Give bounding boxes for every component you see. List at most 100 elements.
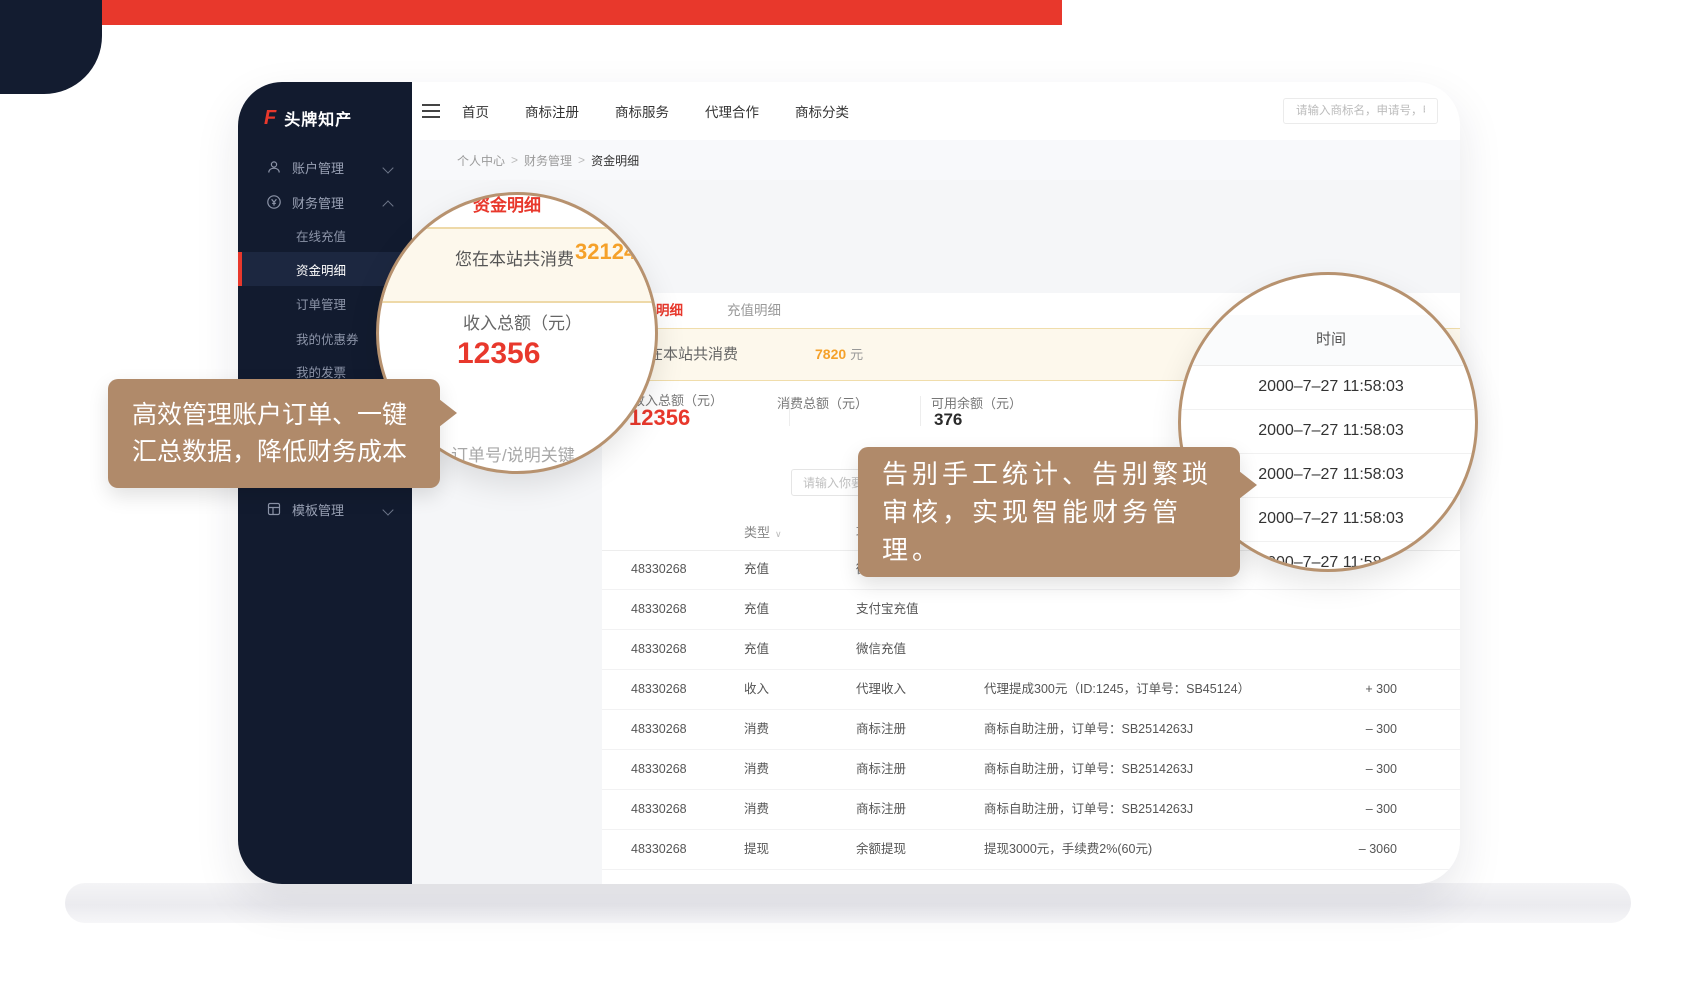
cell-order: 48330268 [631, 790, 687, 829]
cell-amount: – 300 [1342, 710, 1397, 749]
cell-desc: 商标自助注册，订单号：SB2514263J [984, 710, 1193, 749]
zoom-income-label: 收入总额（元） [463, 309, 582, 334]
cell-project: 商标注册 [856, 710, 906, 749]
top-nav-menu: 首页 商标注册 商标服务 代理合作 商标分类 [462, 82, 849, 140]
trademark-search-input[interactable] [1283, 98, 1438, 124]
table-row: 48330268充值微信充值2 [602, 630, 1460, 670]
cell-project: 商标注册 [856, 790, 906, 829]
table-row: 48330268 消费 商标注册 商标自助注册，订单号：SB2514263J – 300… [602, 710, 1460, 750]
cell-order: 48330268 [631, 710, 687, 749]
breadcrumb-separator: > [578, 153, 585, 167]
logo: F 头牌知产 [264, 106, 352, 130]
cell-desc: 商标自助注册，订单号：SB2514263J [984, 750, 1193, 789]
callout-arrow-icon [439, 399, 457, 427]
zoom-banner-prefix: 您在本站共消费 [455, 245, 574, 270]
sidebar-group-label: 模板管理 [292, 500, 344, 519]
col-type-header[interactable]: 类型∨ [744, 516, 782, 551]
sidebar-group-label: 账户管理 [292, 158, 344, 177]
cell-type: 收入 [744, 670, 769, 709]
cell-type: 消费 [744, 790, 769, 829]
callout-arrow-icon [1239, 471, 1257, 499]
nav-item-1[interactable]: 商标注册 [525, 101, 579, 121]
cell-balance: ¥ 12231 [1458, 830, 1460, 869]
nav-item-4[interactable]: 商标分类 [795, 101, 849, 121]
callout-right-text: 告别手工统计、告别繁琐审核，实现智能财务管理。 [882, 455, 1216, 569]
breadcrumb-home[interactable]: 个人中心 [457, 152, 505, 169]
laptop-base [65, 883, 1631, 923]
tab-recharge-detail[interactable]: 充值明细 [727, 299, 781, 319]
cell-desc: 提现3000元，手续费2%(60元) [984, 830, 1152, 869]
nav-item-0[interactable]: 首页 [462, 101, 489, 121]
cell-type: 消费 [744, 750, 769, 789]
top-left-dark-corner [0, 0, 102, 94]
breadcrumb-separator: > [511, 153, 518, 167]
cell-balance: ¥ 12231 [1458, 750, 1460, 789]
breadcrumb-bar: 个人中心 > 财务管理 > 资金明细 [412, 140, 1460, 180]
callout-right: 告别手工统计、告别繁琐审核，实现智能财务管理。 [858, 447, 1240, 577]
table-row: 48330268 消费 商标注册 商标自助注册，订单号：SB2514263J – 300… [602, 790, 1460, 830]
sidebar-group-0[interactable]: 账户管理 [238, 150, 412, 184]
cell-order: 48330268 [631, 550, 687, 589]
sidebar-item-label: 在线充值 [296, 226, 346, 245]
sidebar-item-label: 资金明细 [296, 260, 346, 279]
cell-balance: ¥ 12231 [1458, 670, 1460, 709]
sidebar-item-label: 订单管理 [296, 294, 346, 313]
sidebar-group-2[interactable]: 模板管理 [238, 492, 412, 526]
cell-type: 提现 [744, 830, 769, 869]
chevron-down-icon [382, 162, 393, 173]
available-balance-value: 376 [934, 410, 962, 430]
logo-icon: F [264, 108, 276, 128]
cell-balance: ¥ 12231 [1458, 710, 1460, 749]
breadcrumb-current: 资金明细 [591, 152, 639, 169]
table-row: 48330268 收入 代理收入 代理提成300元（ID:1245，订单号：SB451… [602, 670, 1460, 710]
table-row: 48330268 消费 商标注册 商标自助注册，订单号：SB2514263J – 300… [602, 750, 1460, 790]
cell-type: 充值 [744, 550, 769, 589]
canvas: F 头牌知产 账户管理财务管理在线充值资金明细订单管理我的优惠券我的发票模板管理… [0, 0, 1696, 1002]
callout-left: 高效管理账户订单、一键汇总数据，降低财务成本 [108, 379, 440, 488]
spend-total-label: 消费总额（元） [777, 393, 868, 412]
cell-amount: – 300 [1342, 790, 1397, 829]
cell-desc: 商标自助注册，订单号：SB2514263J [984, 790, 1193, 829]
cell-order: 48330268 [631, 670, 687, 709]
menu-icon[interactable] [422, 104, 440, 122]
top-navbar: 首页 商标注册 商标服务 代理合作 商标分类 [412, 82, 1460, 141]
top-search [1283, 98, 1438, 124]
breadcrumb: 个人中心 > 财务管理 > 资金明细 [457, 140, 639, 180]
chevron-down-icon [382, 504, 393, 515]
cell-amount: – 300 [1342, 750, 1397, 789]
cell-order: 48330268 [631, 630, 687, 669]
cell-type: 充值 [744, 590, 769, 629]
cell-balance: ¥ 12231 [1458, 790, 1460, 829]
sidebar-group-label: 财务管理 [292, 193, 344, 212]
cell-project: 商标注册 [856, 750, 906, 789]
nav-item-3[interactable]: 代理合作 [705, 101, 759, 121]
banner-amount: 7820元 [815, 329, 863, 380]
cell-project: 代理收入 [856, 670, 906, 709]
zoom-time-header: 时间 [1181, 315, 1478, 366]
income-total-value: 12356 [629, 405, 690, 431]
stat-divider [920, 396, 921, 426]
sidebar-item-label: 我的优惠券 [296, 329, 359, 348]
nav-item-2[interactable]: 商标服务 [615, 101, 669, 121]
sidebar-group-1[interactable]: 财务管理 [238, 185, 412, 219]
cell-desc: 代理提成300元（ID:1245，订单号：SB45124） [984, 670, 1250, 709]
template-icon [266, 501, 282, 517]
table-row: 48330268提现余额提现提现3000元，手续费2%(60元)– 3060¥ … [602, 830, 1460, 870]
cell-project: 支付宝充值 [856, 590, 919, 629]
zoom-time-row: 2000–7–27 11:58:03 [1181, 365, 1478, 410]
sort-caret-icon: ∨ [775, 529, 782, 539]
top-red-strip [0, 0, 1062, 25]
active-indicator [238, 252, 242, 286]
finance-icon [266, 194, 282, 210]
cell-order: 48330268 [631, 830, 687, 869]
cell-amount: – 3060 [1342, 830, 1397, 869]
user-icon [266, 159, 282, 175]
cell-order: 48330268 [631, 750, 687, 789]
zoom-income-value: 12356 [457, 337, 540, 371]
logo-title: 头牌知产 [284, 106, 352, 130]
cell-amount: + 300 [1342, 670, 1397, 709]
table-row: 48330268充值支付宝充值 [602, 590, 1460, 630]
cell-type: 消费 [744, 710, 769, 749]
cell-type: 充值 [744, 630, 769, 669]
breadcrumb-finance[interactable]: 财务管理 [524, 152, 572, 169]
